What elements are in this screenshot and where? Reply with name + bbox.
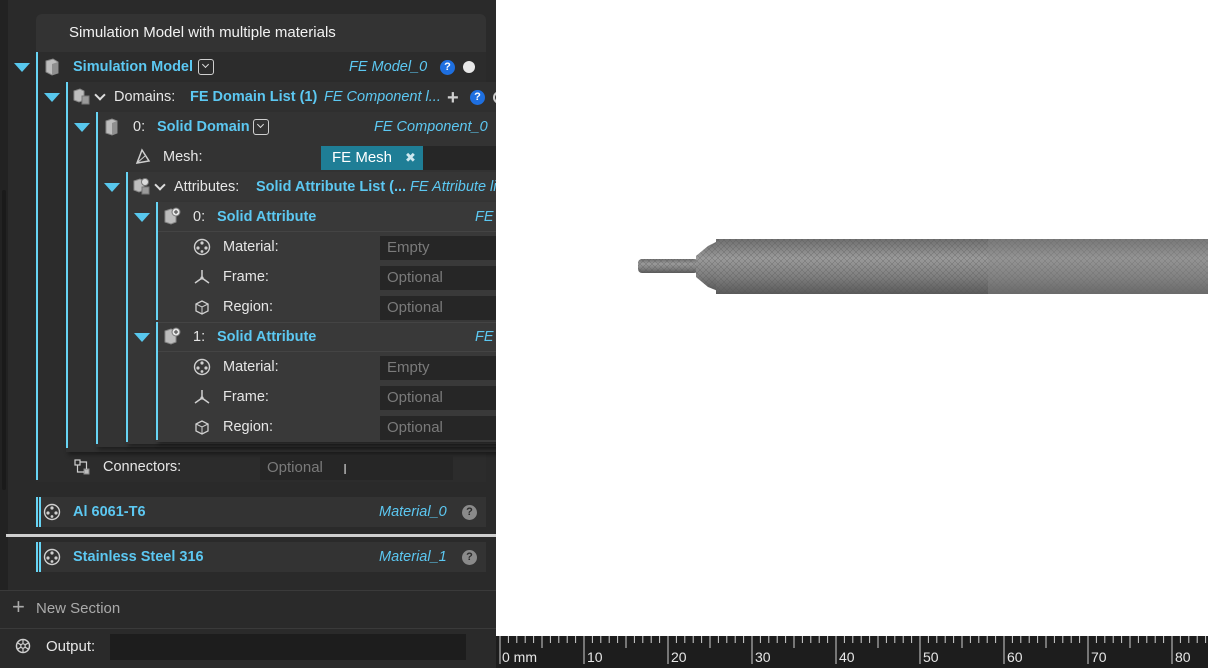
attr1-name[interactable]: Solid Attribute <box>217 328 316 346</box>
attr0-material-label: Material: <box>223 239 279 255</box>
add-domain-button[interactable]: + <box>447 88 459 108</box>
solid-attribute-icon <box>164 207 181 225</box>
solid-domain-index: 0: <box>133 119 146 135</box>
help-icon[interactable]: ? <box>462 550 477 565</box>
tree-line-attr0 <box>156 202 158 320</box>
3d-viewport[interactable] <box>496 0 1208 636</box>
attribute-list-icon <box>133 178 150 195</box>
ruler-tick-label: 40 <box>839 649 855 665</box>
connectors-label: Connectors: <box>103 459 182 475</box>
attributes-value[interactable]: Solid Attribute List (... <box>256 178 406 196</box>
attr0-index: 0: <box>193 209 206 225</box>
expand-triangle-solid-domain[interactable] <box>74 123 90 132</box>
new-section-button[interactable]: New Section <box>36 600 120 618</box>
tree-line-attr1 <box>156 322 158 440</box>
expand-triangle-attr0[interactable] <box>134 213 150 222</box>
tree-line-attributes <box>126 172 128 442</box>
tree-line-material1-b <box>39 542 41 572</box>
help-icon[interactable]: ? <box>470 90 485 105</box>
mesh-chip-label: FE Mesh <box>332 149 393 166</box>
section-title: Simulation Model with multiple materials <box>69 24 336 41</box>
tree-line-solid-domain <box>96 112 98 444</box>
connectors-icon <box>74 459 90 475</box>
new-section-plus-icon[interactable]: + <box>12 596 25 618</box>
solid-domain-icon <box>105 118 118 136</box>
expand-triangle-attr1[interactable] <box>134 333 150 342</box>
ruler-unit-label: 0 mm <box>502 649 537 665</box>
section-separator <box>6 534 496 537</box>
tree-line-domains <box>66 82 68 448</box>
material-1-name[interactable]: Stainless Steel 316 <box>73 548 204 566</box>
tree-line-model <box>36 52 38 480</box>
region-cube-icon <box>195 300 209 315</box>
gear-network-icon[interactable] <box>14 637 32 655</box>
tree-line-material1 <box>36 542 38 572</box>
domains-value[interactable]: FE Domain List (1) <box>190 88 317 106</box>
material-icon <box>193 238 211 256</box>
domains-ref: FE Component l... <box>324 89 441 105</box>
ruler-tick-label: 30 <box>755 649 771 665</box>
panel-scrollbar-thumb[interactable] <box>2 190 6 490</box>
remove-mesh-icon[interactable]: ✖ <box>405 149 416 167</box>
attr0-name[interactable]: Solid Attribute <box>217 208 316 226</box>
domains-label: Domains: <box>114 89 176 105</box>
tree-line-material0 <box>36 497 38 527</box>
solid-domain-dropdown[interactable] <box>253 119 269 135</box>
simulation-model-ref: FE Model_0 <box>349 59 428 75</box>
ruler-tick-label: 10 <box>587 649 603 665</box>
output-label: Output: <box>46 638 96 655</box>
help-icon[interactable]: ? <box>440 60 455 75</box>
status-dot-icon[interactable] <box>463 61 475 73</box>
material-0-ref: Material_0 <box>379 504 447 520</box>
material-icon <box>43 548 61 566</box>
material-1-ref: Material_1 <box>379 549 447 565</box>
simulation-model-dropdown[interactable] <box>198 59 214 75</box>
expand-triangle-attributes[interactable] <box>104 183 120 192</box>
mesh-part-render <box>638 239 1208 294</box>
attributes-label: Attributes: <box>174 179 240 195</box>
attr1-region-label: Region: <box>223 419 273 435</box>
help-icon[interactable]: ? <box>462 505 477 520</box>
ruler-tick-label: 80 <box>1175 649 1191 665</box>
region-cube-icon <box>195 420 209 435</box>
simulation-model-icon <box>45 58 59 76</box>
mesh-label: Mesh: <box>163 149 203 165</box>
attr1-frame-label: Frame: <box>223 389 269 405</box>
scale-ruler: 0 mm 10 20 30 40 50 60 70 80 <box>496 636 1208 668</box>
ruler-tick-label: 70 <box>1091 649 1107 665</box>
output-field[interactable] <box>110 634 466 660</box>
solid-domain-name[interactable]: Solid Domain <box>157 118 250 136</box>
solid-domain-ref: FE Component_0 <box>374 119 488 135</box>
attr1-index: 1: <box>193 329 206 345</box>
expand-triangle-domains[interactable] <box>44 93 60 102</box>
material-icon <box>193 358 211 376</box>
simulation-model-name[interactable]: Simulation Model <box>73 58 193 76</box>
attr0-frame-label: Frame: <box>223 269 269 285</box>
ruler-tick-label: 20 <box>671 649 687 665</box>
frame-axes-icon <box>194 390 210 404</box>
connectors-field[interactable]: Optional <box>260 456 453 480</box>
text-cursor-icon: I <box>343 461 348 478</box>
attr0-region-label: Region: <box>223 299 273 315</box>
ruler-tick-label: 50 <box>923 649 939 665</box>
mesh-icon <box>135 148 151 164</box>
attr1-material-label: Material: <box>223 359 279 375</box>
frame-axes-icon <box>194 270 210 284</box>
ruler-tick-label: 60 <box>1007 649 1023 665</box>
expand-triangle-model[interactable] <box>14 63 30 72</box>
material-0-name[interactable]: Al 6061-T6 <box>73 503 146 521</box>
domains-list-icon <box>73 88 90 105</box>
tree-line-material0-b <box>39 497 41 527</box>
section-header: Simulation Model with multiple materials <box>36 14 486 52</box>
solid-attribute-icon <box>164 327 181 345</box>
material-icon <box>43 503 61 521</box>
